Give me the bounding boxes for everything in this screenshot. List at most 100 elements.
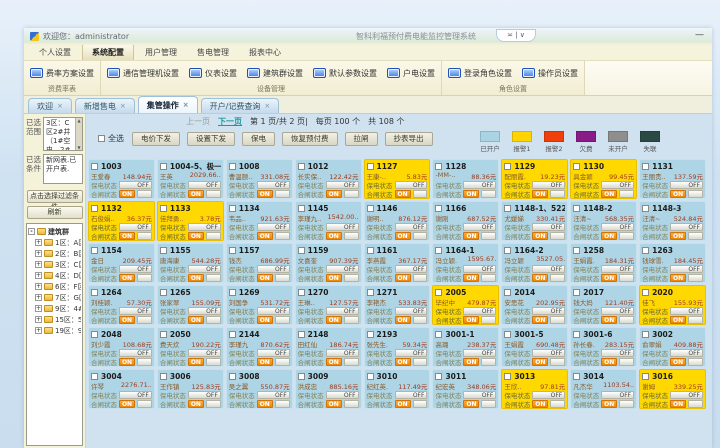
card-checkbox[interactable]	[91, 163, 98, 170]
switch-on-toggle[interactable]: ON	[188, 274, 204, 282]
refresh-button[interactable]: 刷新	[27, 206, 83, 219]
switch-on-toggle[interactable]: ON	[326, 190, 342, 198]
condition-box[interactable]: 新网表.已开户表.	[43, 154, 83, 184]
card-checkbox[interactable]	[160, 289, 167, 296]
switch-on-toggle[interactable]: ON	[601, 274, 617, 282]
meter-card[interactable]: 2017钱大妈121.40元保电状态OFF合闸状态ON	[570, 285, 637, 325]
meter-card[interactable]: 2148田红仙186.74元保电状态OFF合闸状态ON	[295, 327, 362, 367]
meter-card[interactable]: 2048刘少霞108.68元保电状态OFF合闸状态ON	[88, 327, 155, 367]
action-button[interactable]: 电价下发	[132, 132, 180, 146]
protect-off-toggle[interactable]: OFF	[463, 307, 496, 315]
meter-card[interactable]: 1133佳拜勇..3.78元保电状态OFF合闸状态ON	[157, 201, 224, 241]
switch-on-toggle[interactable]: ON	[119, 190, 135, 198]
card-checkbox[interactable]	[160, 247, 167, 254]
range-listbox[interactable]: 3区：C区2#井 （1#空电、2# 空电、/区1# ▲ ▼	[43, 117, 83, 151]
menu-item-3[interactable]: 用户管理	[136, 45, 186, 60]
switch-on-toggle[interactable]: ON	[601, 358, 617, 366]
protect-off-toggle[interactable]: OFF	[670, 391, 703, 399]
range-scrollbar[interactable]: ▲ ▼	[75, 118, 82, 150]
switch-toggle-track[interactable]	[688, 400, 703, 408]
switch-toggle-track[interactable]	[619, 316, 634, 324]
card-checkbox[interactable]	[298, 163, 305, 170]
switch-toggle-track[interactable]	[206, 190, 221, 198]
protect-off-toggle[interactable]: OFF	[532, 181, 565, 189]
switch-toggle-track[interactable]	[206, 358, 221, 366]
tree-item[interactable]: +15区：5#变站（3	[28, 314, 81, 325]
protect-off-toggle[interactable]: OFF	[463, 391, 496, 399]
meter-card[interactable]: 1271李艳杰533.83元保电状态OFF合闸状态ON	[364, 285, 431, 325]
meter-card[interactable]: 1148-2汪清~568.35元保电状态OFF合闸状态ON	[570, 201, 637, 241]
switch-toggle-track[interactable]	[206, 232, 221, 240]
card-checkbox[interactable]	[91, 331, 98, 338]
switch-on-toggle[interactable]: ON	[188, 400, 204, 408]
protect-off-toggle[interactable]: OFF	[326, 181, 359, 189]
tree-item[interactable]: +19区：9#变电站（	[28, 325, 81, 336]
protect-off-toggle[interactable]: OFF	[532, 265, 565, 273]
meter-card[interactable]: 1159文喜奎907.39元保电状态OFF合闸状态ON	[295, 243, 362, 283]
expand-icon[interactable]: +	[35, 272, 42, 279]
switch-toggle-track[interactable]	[275, 190, 290, 198]
switch-on-toggle[interactable]: ON	[188, 190, 204, 198]
switch-toggle-track[interactable]	[206, 274, 221, 282]
ribbon-button[interactable]: 登录角色设置	[445, 66, 515, 81]
protect-off-toggle[interactable]: OFF	[188, 265, 221, 273]
protect-off-toggle[interactable]: OFF	[257, 181, 290, 189]
action-button[interactable]: 抄表导出	[385, 132, 433, 146]
meter-card[interactable]: 1132石俊娟..36.37元保电状态OFF合闸状态ON	[88, 201, 155, 241]
meter-card[interactable]: 3013王欣..97.81元保电状态OFF合闸状态ON	[501, 369, 568, 409]
switch-toggle-track[interactable]	[550, 232, 565, 240]
switch-on-toggle[interactable]: ON	[463, 400, 479, 408]
switch-toggle-track[interactable]	[137, 400, 152, 408]
switch-toggle-track[interactable]	[275, 358, 290, 366]
tree-item[interactable]: +7区：G区1#井	[28, 292, 81, 303]
card-checkbox[interactable]	[367, 373, 374, 380]
meter-card[interactable]: 1004-5、极一王英2029.66..保电状态OFF合闸状态ON	[157, 159, 224, 199]
protect-off-toggle[interactable]: OFF	[601, 223, 634, 231]
protect-off-toggle[interactable]: OFF	[463, 181, 496, 189]
action-button[interactable]: 恢复预付费	[282, 132, 338, 146]
protect-off-toggle[interactable]: OFF	[670, 349, 703, 357]
select-all[interactable]: 全选	[98, 133, 124, 144]
meter-card[interactable]: 1146谢明..876.12元保电状态OFF合闸状态ON	[364, 201, 431, 241]
switch-on-toggle[interactable]: ON	[601, 400, 617, 408]
meter-card[interactable]: 1154金日209.45元保电状态OFF合闸状态ON	[88, 243, 155, 283]
protect-off-toggle[interactable]: OFF	[395, 223, 428, 231]
switch-on-toggle[interactable]: ON	[326, 316, 342, 324]
switch-on-toggle[interactable]: ON	[119, 400, 135, 408]
switch-toggle-track[interactable]	[137, 316, 152, 324]
card-checkbox[interactable]	[160, 163, 167, 170]
switch-on-toggle[interactable]: ON	[326, 232, 342, 240]
card-checkbox[interactable]	[504, 289, 511, 296]
card-checkbox[interactable]	[367, 205, 374, 212]
switch-toggle-track[interactable]	[550, 400, 565, 408]
switch-on-toggle[interactable]: ON	[670, 400, 686, 408]
switch-toggle-track[interactable]	[550, 358, 565, 366]
switch-on-toggle[interactable]: ON	[257, 358, 273, 366]
meter-card[interactable]: 1264刘桂颖.57.30元保电状态OFF合闸状态ON	[88, 285, 155, 325]
ribbon-button[interactable]: 操作员设置	[519, 66, 581, 81]
expand-icon[interactable]: +	[35, 261, 42, 268]
switch-on-toggle[interactable]: ON	[670, 232, 686, 240]
switch-on-toggle[interactable]: ON	[463, 358, 479, 366]
switch-on-toggle[interactable]: ON	[670, 316, 686, 324]
tree-item[interactable]: +9区：4#楼电井（4	[28, 303, 81, 314]
card-checkbox[interactable]	[642, 289, 649, 296]
card-checkbox[interactable]	[435, 205, 442, 212]
card-checkbox[interactable]	[229, 289, 236, 296]
protect-off-toggle[interactable]: OFF	[601, 181, 634, 189]
card-checkbox[interactable]	[298, 373, 305, 380]
switch-on-toggle[interactable]: ON	[395, 190, 411, 198]
switch-on-toggle[interactable]: ON	[119, 274, 135, 282]
protect-off-toggle[interactable]: OFF	[326, 349, 359, 357]
protect-off-toggle[interactable]: OFF	[257, 349, 290, 357]
card-checkbox[interactable]	[435, 247, 442, 254]
switch-toggle-track[interactable]	[344, 400, 359, 408]
card-checkbox[interactable]	[642, 205, 649, 212]
switch-toggle-track[interactable]	[275, 232, 290, 240]
meter-card[interactable]: 1148-1、522尤媛娣330.41元保电状态OFF合闸状态ON	[501, 201, 568, 241]
prev-page-link[interactable]: 上一页	[186, 116, 210, 127]
switch-on-toggle[interactable]: ON	[463, 190, 479, 198]
switch-toggle-track[interactable]	[619, 400, 634, 408]
protect-off-toggle[interactable]: OFF	[188, 307, 221, 315]
switch-toggle-track[interactable]	[688, 358, 703, 366]
